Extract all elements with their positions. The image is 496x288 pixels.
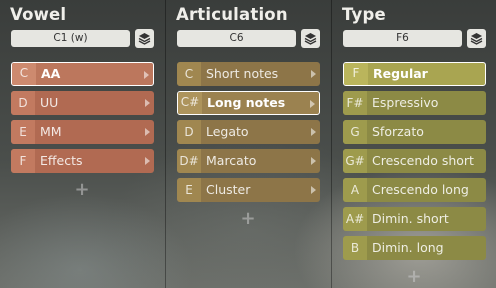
item-label: Crescendo short (372, 153, 474, 168)
item-label: Short notes (206, 66, 279, 81)
list-item-uu[interactable]: D UU (11, 91, 154, 115)
type-key-selector[interactable]: F6 (343, 30, 462, 47)
add-type-button[interactable]: + (404, 268, 424, 286)
chevron-right-icon[interactable] (310, 100, 315, 108)
chevron-right-icon[interactable] (145, 99, 150, 107)
note-label: F (11, 149, 35, 173)
note-label: E (11, 120, 35, 144)
note-label: F# (343, 91, 367, 115)
articulation-key-selector[interactable]: C6 (177, 30, 296, 47)
column-title: Vowel (10, 5, 67, 24)
chevron-right-icon[interactable] (145, 157, 150, 165)
note-label: A (343, 178, 367, 202)
list-item-regular[interactable]: F Regular (343, 62, 486, 86)
chevron-right-icon[interactable] (145, 128, 150, 136)
note-label: C (177, 62, 201, 86)
chevron-right-icon[interactable] (311, 186, 316, 194)
list-item-crescendo-short[interactable]: G# Crescendo short (343, 149, 486, 173)
list-item-dimin-short[interactable]: A# Dimin. short (343, 207, 486, 231)
chevron-right-icon[interactable] (311, 70, 316, 78)
chevron-right-icon[interactable] (144, 71, 149, 79)
item-label: Marcato (206, 153, 257, 168)
list-item-long-notes[interactable]: C# Long notes (177, 91, 320, 115)
chevron-right-icon[interactable] (311, 128, 316, 136)
list-item-short-notes[interactable]: C Short notes (177, 62, 320, 86)
item-label: Effects (40, 153, 83, 168)
item-label: Sforzato (372, 124, 424, 139)
note-label: A# (343, 207, 367, 231)
column-title: Type (342, 5, 386, 24)
list-item-marcato[interactable]: D# Marcato (177, 149, 320, 173)
list-item-legato[interactable]: D Legato (177, 120, 320, 144)
layers-icon[interactable] (135, 29, 154, 48)
chevron-right-icon[interactable] (311, 157, 316, 165)
list-item-crescendo-long[interactable]: A Crescendo long (343, 178, 486, 202)
list-item-effects[interactable]: F Effects (11, 149, 154, 173)
add-articulation-button[interactable]: + (238, 210, 258, 228)
item-label: UU (40, 95, 59, 110)
list-item-cluster[interactable]: E Cluster (177, 178, 320, 202)
list-item-dimin-long[interactable]: B Dimin. long (343, 236, 486, 260)
column-title: Articulation (176, 5, 288, 24)
note-label: F (344, 63, 368, 85)
list-item-aa[interactable]: C AA (11, 62, 154, 86)
note-label: D# (177, 149, 201, 173)
note-label: D (11, 91, 35, 115)
item-label: MM (40, 124, 62, 139)
item-label: Crescendo long (372, 182, 469, 197)
column-type: Type F6 F Regular F# Espressivo G Sforza… (331, 0, 496, 288)
item-label: Legato (206, 124, 249, 139)
item-label: Espressivo (372, 95, 439, 110)
item-label: Cluster (206, 182, 251, 197)
list-item-espressivo[interactable]: F# Espressivo (343, 91, 486, 115)
list-item-mm[interactable]: E MM (11, 120, 154, 144)
column-vowel: Vowel C1 (w) C AA D UU E MM F Effects + (0, 0, 164, 288)
item-label: Dimin. long (372, 240, 444, 255)
note-label: E (177, 178, 201, 202)
item-label: AA (41, 66, 61, 81)
column-articulation: Articulation C6 C Short notes C# Long no… (165, 0, 330, 288)
vowel-key-selector[interactable]: C1 (w) (11, 30, 130, 47)
item-label: Regular (373, 66, 428, 81)
item-label: Long notes (207, 95, 286, 110)
layers-icon[interactable] (301, 29, 320, 48)
note-label: G# (343, 149, 367, 173)
add-vowel-button[interactable]: + (72, 181, 92, 199)
note-label: D (177, 120, 201, 144)
list-item-sforzato[interactable]: G Sforzato (343, 120, 486, 144)
note-label: B (343, 236, 367, 260)
note-label: G (343, 120, 367, 144)
note-label: C# (178, 92, 202, 114)
layers-icon[interactable] (467, 29, 486, 48)
note-label: C (12, 63, 36, 85)
item-label: Dimin. short (372, 211, 449, 226)
